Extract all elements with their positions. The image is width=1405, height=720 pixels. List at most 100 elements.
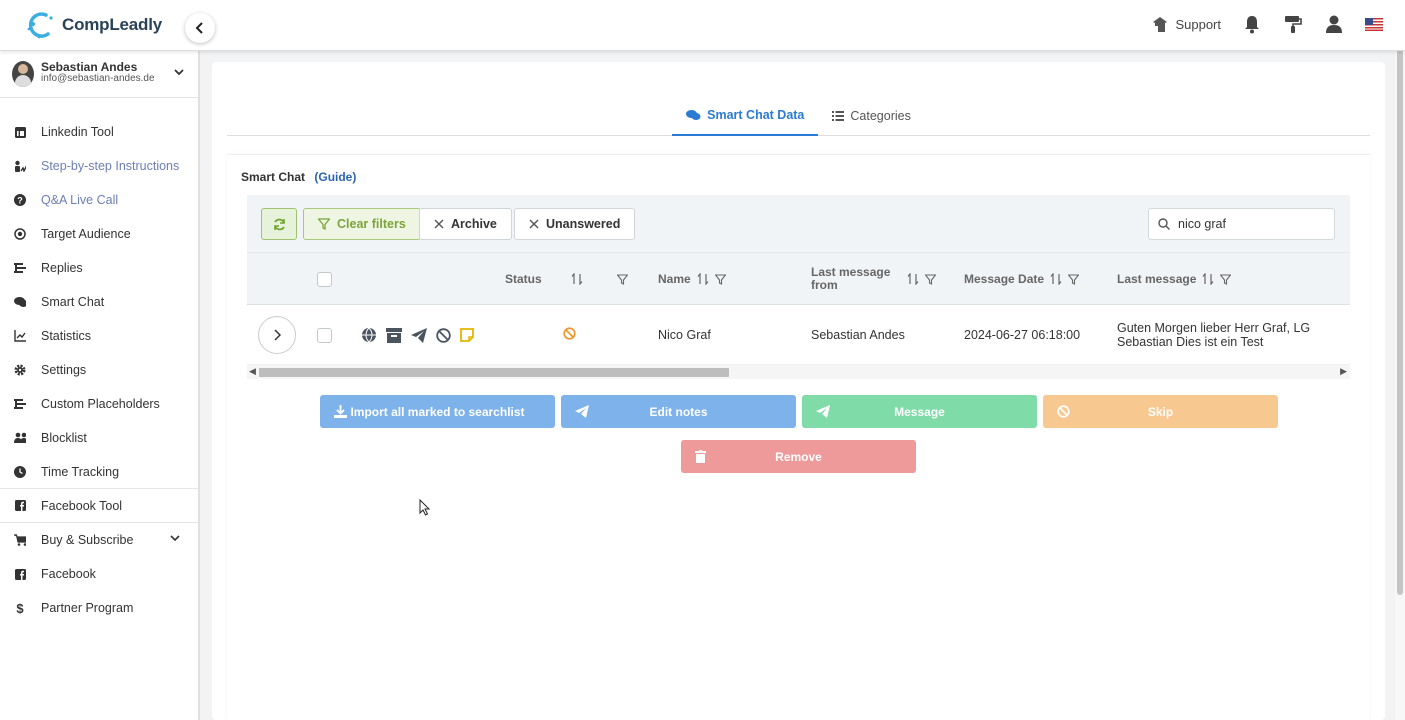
- guide-link[interactable]: (Guide): [314, 170, 356, 184]
- sort-icon[interactable]: [907, 273, 919, 285]
- sort-icon[interactable]: [697, 273, 709, 285]
- filter-icon[interactable]: [925, 273, 936, 285]
- sidebar-item-label: Buy & Subscribe: [41, 533, 134, 547]
- notifications-button[interactable]: [1243, 14, 1261, 34]
- header-message-date: Message Date: [964, 253, 1080, 305]
- skip-button[interactable]: Skip: [1043, 395, 1278, 428]
- sidebar-item-qa-live-call[interactable]: ? Q&A Live Call: [0, 183, 198, 217]
- filter-icon[interactable]: [617, 273, 628, 285]
- clear-filters-button[interactable]: Clear filters: [303, 208, 421, 240]
- question-icon: ?: [14, 194, 26, 206]
- page-scrollbar-thumb[interactable]: [1397, 20, 1403, 595]
- sidebar-item-label: Time Tracking: [41, 464, 120, 479]
- logo-text: CompLeadly: [62, 15, 163, 34]
- sidebar-item-partner-program[interactable]: $ Partner Program: [0, 591, 198, 625]
- header-name-label: Name: [658, 272, 691, 286]
- trash-icon: [695, 450, 706, 463]
- name-cell: Nico Graf: [658, 328, 711, 342]
- unanswered-filter-button[interactable]: Unanswered: [514, 208, 636, 240]
- row-actions: [361, 305, 483, 365]
- sidebar-item-buy-subscribe[interactable]: Buy & Subscribe: [0, 523, 198, 557]
- paint-roller-icon: [1285, 16, 1302, 33]
- note-icon[interactable]: [460, 328, 474, 342]
- sidebar-item-replies[interactable]: Replies: [0, 251, 198, 285]
- select-all-checkbox[interactable]: [317, 271, 332, 287]
- support-icon: [1153, 17, 1168, 32]
- sort-icon[interactable]: [1202, 273, 1214, 285]
- ban-icon[interactable]: [436, 327, 451, 343]
- download-icon: [334, 405, 347, 418]
- table-row: Nico Graf Sebastian Andes 2024-06-27 06:…: [247, 305, 1350, 365]
- import-to-searchlist-button[interactable]: Import all marked to searchlist: [320, 395, 555, 428]
- edit-notes-button[interactable]: Edit notes: [561, 395, 796, 428]
- tab-smart-chat-data[interactable]: Smart Chat Data: [672, 96, 819, 136]
- tab-categories[interactable]: Categories: [818, 96, 924, 136]
- archive-label: Archive: [451, 217, 497, 231]
- filter-icon[interactable]: [1068, 273, 1080, 285]
- filter-icon[interactable]: [1220, 273, 1232, 285]
- search-input[interactable]: [1178, 217, 1318, 231]
- top-bar: CompLeadly Support: [0, 0, 1405, 51]
- collapse-sidebar-button[interactable]: [185, 13, 215, 43]
- sidebar-item-facebook-tool[interactable]: Facebook Tool: [0, 489, 198, 523]
- sidebar-item-blocklist[interactable]: Blocklist: [0, 421, 198, 455]
- sidebar-item-settings[interactable]: Settings: [0, 353, 198, 387]
- sidebar-item-target-audience[interactable]: Target Audience: [0, 217, 198, 251]
- replies-icon: [14, 262, 26, 274]
- unanswered-label: Unanswered: [546, 217, 621, 231]
- close-icon: [529, 219, 539, 229]
- sidebar-item-facebook[interactable]: Facebook: [0, 557, 198, 591]
- refresh-button[interactable]: [261, 208, 297, 240]
- scroll-left-icon[interactable]: ◀: [249, 366, 256, 377]
- chevron-down-icon[interactable]: [174, 69, 184, 76]
- theme-button[interactable]: [1283, 14, 1303, 34]
- send-icon: [575, 405, 589, 418]
- select-all-cell: [317, 253, 332, 305]
- archive-icon[interactable]: [386, 327, 402, 343]
- support-link[interactable]: Support: [1150, 14, 1221, 34]
- header-name: Name: [658, 253, 726, 305]
- sidebar-item-time-tracking[interactable]: Time Tracking: [0, 455, 198, 489]
- facebook-icon: [14, 500, 26, 512]
- instructions-icon: [14, 160, 26, 172]
- sidebar-item-linkedin-tool[interactable]: Linkedin Tool: [0, 115, 198, 149]
- scroll-right-icon[interactable]: ▶: [1340, 366, 1347, 377]
- card-title-text: Smart Chat: [241, 170, 306, 184]
- expand-row-button[interactable]: [258, 316, 296, 354]
- user-profile[interactable]: Sebastian Andes info@sebastian-andes.de: [0, 51, 198, 98]
- globe-icon[interactable]: [361, 327, 377, 343]
- sidebar-item-step-by-step-instructions[interactable]: Step-by-step Instructions: [0, 149, 198, 183]
- horizontal-scrollbar[interactable]: ◀ ▶: [247, 365, 1350, 379]
- tab-label: Smart Chat Data: [707, 108, 805, 122]
- sidebar-item-smart-chat[interactable]: Smart Chat: [0, 285, 198, 319]
- edit-notes-label: Edit notes: [649, 404, 708, 419]
- bell-icon: [1245, 16, 1259, 34]
- sort-icon[interactable]: [1050, 273, 1062, 285]
- sidebar-item-label: Facebook: [41, 567, 96, 581]
- filter-toolbar: Clear filters Archive Unanswered: [247, 195, 1350, 253]
- app-logo[interactable]: CompLeadly: [26, 10, 162, 40]
- status-ban-icon: [563, 327, 576, 343]
- page-scrollbar[interactable]: [1395, 0, 1405, 720]
- search-box: [1148, 208, 1335, 240]
- card-title: Smart Chat (Guide): [241, 170, 356, 184]
- scrollbar-thumb[interactable]: [259, 368, 729, 377]
- tab-bar: Smart Chat Data Categories: [227, 96, 1370, 136]
- archive-filter-button[interactable]: Archive: [419, 208, 512, 240]
- user-name: Sebastian Andes: [41, 60, 138, 74]
- filter-icon[interactable]: [714, 273, 726, 285]
- target-icon: [14, 228, 26, 240]
- support-label: Support: [1175, 16, 1221, 32]
- svg-text:?: ?: [17, 196, 23, 206]
- header-status-sort: [565, 253, 583, 305]
- sort-icon[interactable]: [571, 273, 583, 285]
- remove-button[interactable]: Remove: [681, 440, 916, 473]
- ban-icon: [1057, 405, 1070, 418]
- profile-button[interactable]: [1325, 14, 1343, 34]
- sidebar-item-custom-placeholders[interactable]: Custom Placeholders: [0, 387, 198, 421]
- sidebar-item-statistics[interactable]: Statistics: [0, 319, 198, 353]
- language-button[interactable]: [1365, 17, 1383, 31]
- send-icon[interactable]: [411, 327, 427, 343]
- row-checkbox[interactable]: [317, 327, 332, 343]
- message-button[interactable]: Message: [802, 395, 1037, 428]
